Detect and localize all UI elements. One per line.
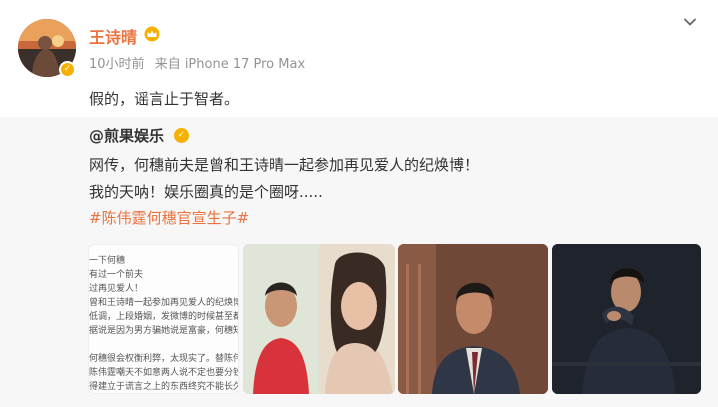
weibo-post-card: ✓ 王诗晴 10小时前 来自 iPhone 17 Pro Max 假的，谣言止于…	[0, 0, 718, 407]
post-time[interactable]: 10小时前	[89, 57, 145, 72]
repost-text-line: 我的天呐！娱乐圈真的是个圈呀.....	[89, 183, 323, 201]
repost-verified-badge-icon: ✓	[174, 128, 189, 143]
repost-text-line: 网传，何穗前夫是曾和王诗晴一起参加再见爱人的纪焕博！	[89, 156, 480, 174]
thumb-text-line: 得建立于谎言之上的东西终究不能长久	[89, 382, 239, 392]
repost-author[interactable]: @煎果娱乐	[89, 125, 164, 146]
username[interactable]: 王诗晴	[89, 24, 137, 48]
photo-image	[398, 244, 548, 394]
crown-icon[interactable]	[143, 26, 161, 42]
thumb-text-line: 一下何穗	[89, 256, 126, 266]
thumb-text-line: 何穗很会权衡利弊，太现实了。替陈伟	[89, 354, 239, 364]
thumb-text-line: 低调，上段婚姻，发微博的时候甚至都	[89, 312, 239, 322]
chevron-down-icon[interactable]	[682, 14, 698, 30]
thumb-text-line: 曾和王诗晴一起参加再见爱人的纪焕博	[89, 298, 239, 308]
image-thumbnail-suit[interactable]	[398, 244, 548, 394]
verified-badge-icon: ✓	[59, 61, 76, 78]
thumb-text-line: 据说是因为男方骗她说是富豪，何穗知	[89, 326, 239, 336]
image-thumbnail-dark[interactable]	[552, 244, 701, 394]
image-thumbnail-text[interactable]: 一下何穗 有过一个前夫 过再见爱人！ 曾和王诗晴一起参加再见爱人的纪焕博 低调，…	[88, 244, 239, 394]
post-text: 假的，谣言止于智者。	[89, 90, 240, 108]
photo-image	[552, 244, 701, 394]
thumb-text-line: 过再见爱人！	[89, 284, 144, 294]
thumb-text-line: 有过一个前夫	[89, 270, 144, 280]
post-source: 来自 iPhone 17 Pro Max	[154, 57, 306, 72]
post-meta: 10小时前 来自 iPhone 17 Pro Max	[89, 53, 305, 72]
image-thumbnail-couple[interactable]	[243, 244, 395, 394]
hashtag-link[interactable]: #陈伟霆何穗官宣生子#	[89, 207, 249, 228]
thumb-text-line: 陈伟霆嘲天不如意两人说不定也要分钞	[89, 368, 239, 378]
photo-image	[243, 244, 395, 394]
